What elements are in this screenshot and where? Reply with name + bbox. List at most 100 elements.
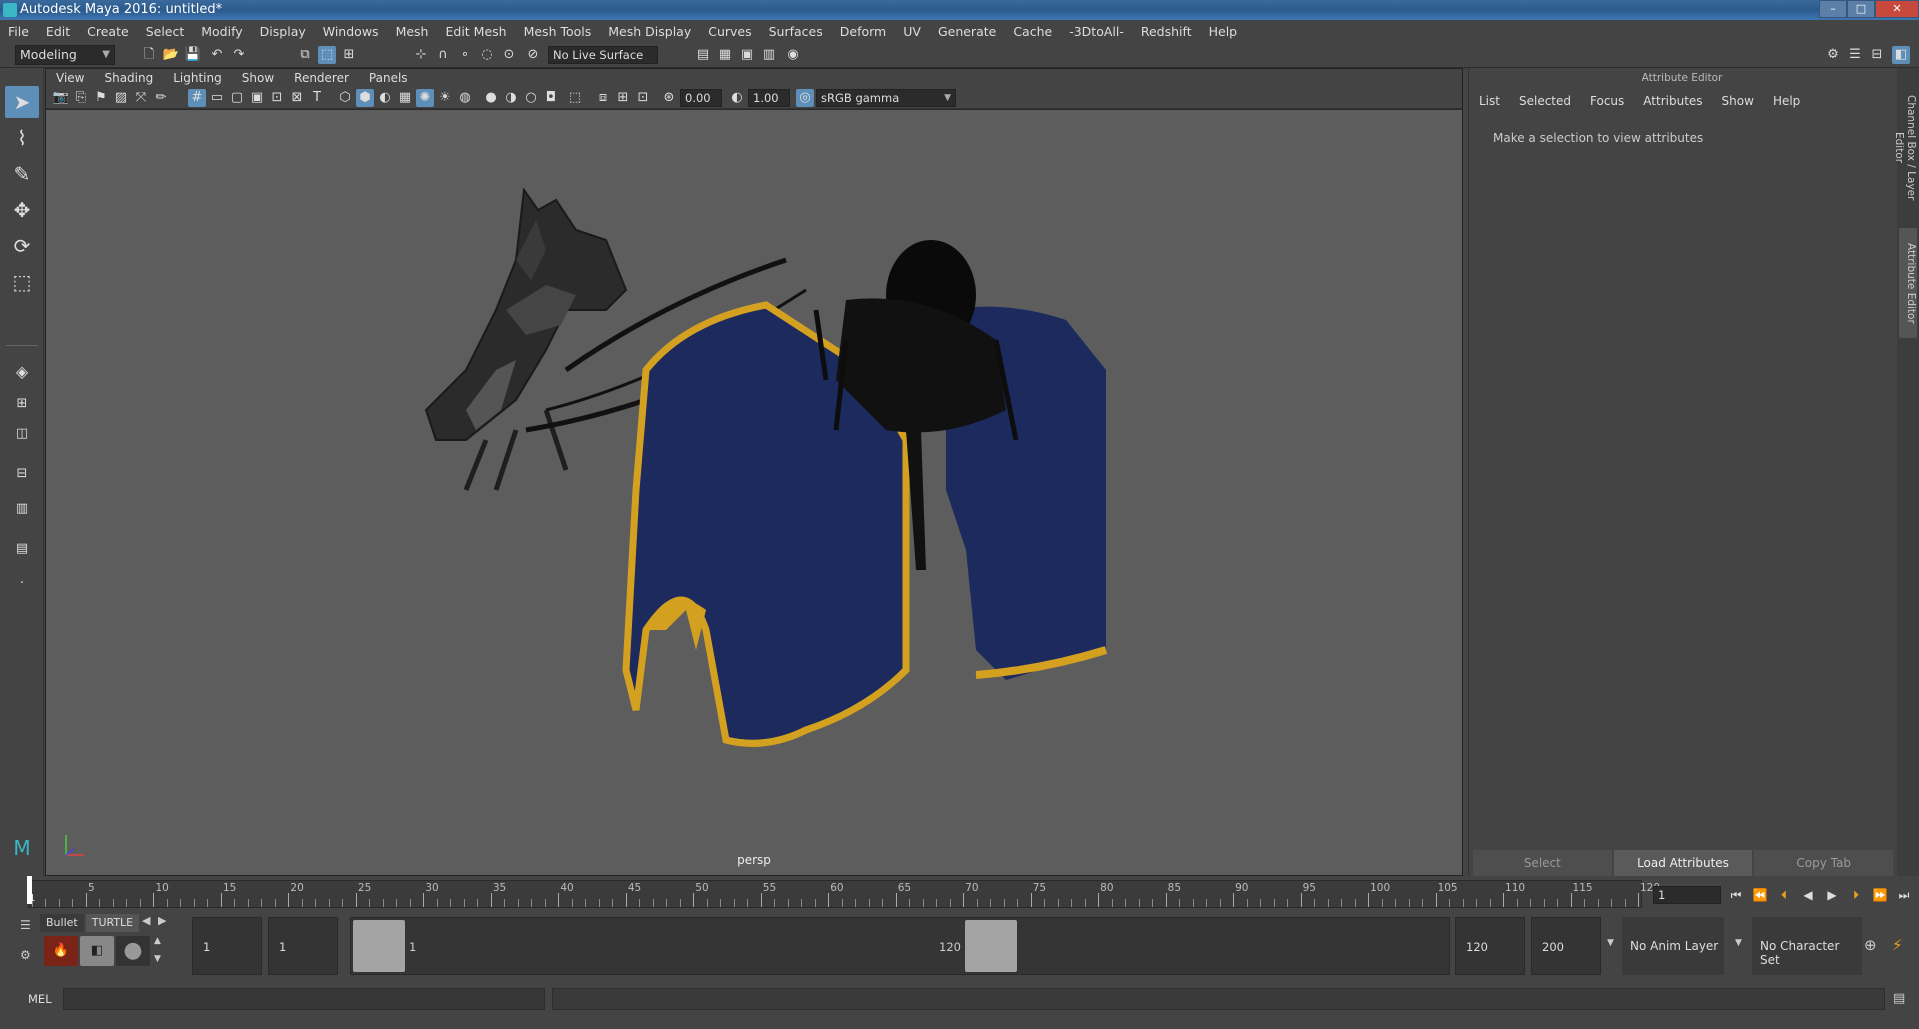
- exposure-icon[interactable]: ⊛: [660, 89, 678, 107]
- go-to-start-icon[interactable]: ⏮: [1727, 886, 1745, 904]
- menu-help[interactable]: Help: [1209, 24, 1238, 39]
- hypershade-layout-icon[interactable]: ▥: [5, 498, 39, 520]
- load-attributes-button[interactable]: Load Attributes: [1613, 850, 1753, 876]
- field-chart-icon[interactable]: ⊡: [268, 89, 286, 107]
- end-time-field[interactable]: 200: [1531, 917, 1601, 975]
- view-transform-dropdown[interactable]: sRGB gamma ▼: [816, 89, 956, 107]
- ambient-occlusion-icon[interactable]: ◍: [456, 89, 474, 107]
- menu-display[interactable]: Display: [260, 24, 306, 39]
- shelf-tab-turtle[interactable]: TURTLE: [85, 914, 140, 932]
- snap-point-icon[interactable]: ∘: [456, 46, 474, 64]
- character-set-dropdown[interactable]: No Character Set: [1752, 917, 1862, 975]
- multisample-aa-icon[interactable]: ◑: [502, 89, 520, 107]
- ipr-render-icon[interactable]: ▣: [738, 46, 756, 64]
- playback-start-field[interactable]: 1: [268, 917, 338, 975]
- ae-menu-list[interactable]: List: [1479, 94, 1500, 108]
- step-back-frame-icon[interactable]: ⏪: [1751, 886, 1769, 904]
- camera-select-icon[interactable]: 📷: [52, 89, 70, 107]
- two-d-pan-zoom-icon[interactable]: ⤧: [132, 89, 150, 107]
- shelf-scroll-up-icon[interactable]: ▲: [154, 936, 161, 946]
- isolate-select-icon[interactable]: ◘: [542, 89, 560, 107]
- menu-select[interactable]: Select: [146, 24, 185, 39]
- menu-3dtoall[interactable]: -3DtoAll-: [1069, 24, 1124, 39]
- wireframe-icon[interactable]: ⬡: [336, 89, 354, 107]
- menu-modify[interactable]: Modify: [201, 24, 242, 39]
- paint-select-tool-icon[interactable]: ✎: [5, 158, 39, 190]
- menu-generate[interactable]: Generate: [938, 24, 996, 39]
- go-to-end-icon[interactable]: ⏭: [1895, 886, 1913, 904]
- range-start-handle[interactable]: [353, 920, 405, 972]
- play-forwards-icon[interactable]: ▶: [1823, 886, 1841, 904]
- depth-of-field-icon[interactable]: ○: [522, 89, 540, 107]
- xray-joints-icon[interactable]: ⧈: [594, 89, 612, 107]
- menu-edit-mesh[interactable]: Edit Mesh: [445, 24, 506, 39]
- time-slider-track[interactable]: 5 10 15 20 25 30 35 40 45 50 55 60 65 70 75 80 85 90 95 100…: [28, 880, 1660, 908]
- vp-menu-shading[interactable]: Shading: [104, 71, 153, 85]
- vp-menu-show[interactable]: Show: [242, 71, 274, 85]
- anim-layer-dropdown[interactable]: No Anim Layer: [1622, 917, 1724, 975]
- vp-menu-lighting[interactable]: Lighting: [173, 71, 222, 85]
- command-input[interactable]: [63, 988, 545, 1010]
- snap-together-icon[interactable]: ⊘: [524, 46, 542, 64]
- tab-channel-box[interactable]: Channel Box / Layer Editor: [1893, 80, 1917, 215]
- hypershade-icon[interactable]: ◉: [784, 46, 802, 64]
- undo-icon[interactable]: ↶: [208, 46, 226, 64]
- select-button[interactable]: Select: [1473, 850, 1612, 876]
- select-tool-icon[interactable]: ➤: [5, 86, 39, 118]
- select-by-object-icon[interactable]: ⬚: [318, 46, 336, 64]
- use-all-lights-icon[interactable]: ✺: [416, 89, 434, 107]
- menu-deform[interactable]: Deform: [840, 24, 886, 39]
- script-language-toggle[interactable]: MEL: [28, 992, 52, 1006]
- rotate-tool-icon[interactable]: ⟳: [5, 230, 39, 262]
- resolution-gate-icon[interactable]: ▢: [228, 89, 246, 107]
- camera-attributes-icon[interactable]: ⎘: [72, 89, 90, 107]
- ae-menu-focus[interactable]: Focus: [1590, 94, 1624, 108]
- ae-menu-show[interactable]: Show: [1722, 94, 1754, 108]
- settings-gear-icon[interactable]: ⚙: [20, 948, 31, 962]
- script-editor-icon[interactable]: ▤: [1893, 991, 1905, 1006]
- menu-lines-icon[interactable]: ☰: [20, 918, 31, 932]
- fire-shelf-icon[interactable]: 🔥: [44, 936, 78, 966]
- gamma-field[interactable]: 1.00: [748, 89, 790, 107]
- menu-mesh[interactable]: Mesh: [396, 24, 429, 39]
- modeling-toolkit-icon[interactable]: ⚙: [1824, 46, 1842, 64]
- image-plane-icon[interactable]: ▨: [112, 89, 130, 107]
- maximize-button[interactable]: □: [1847, 0, 1875, 18]
- playback-end-field[interactable]: 120: [1455, 917, 1525, 975]
- minimize-button[interactable]: –: [1819, 0, 1847, 18]
- menu-create[interactable]: Create: [87, 24, 129, 39]
- collapse-toolbox-icon[interactable]: ·: [5, 573, 39, 595]
- animation-prefs-icon[interactable]: ⚡: [1892, 936, 1903, 954]
- vp-menu-renderer[interactable]: Renderer: [294, 71, 349, 85]
- persp-graph-layout-icon[interactable]: ⊟: [5, 463, 39, 485]
- motion-blur-icon[interactable]: ●: [482, 89, 500, 107]
- persp-uv-layout-icon[interactable]: ▤: [5, 538, 39, 560]
- menu-curves[interactable]: Curves: [708, 24, 751, 39]
- single-perspective-layout-icon[interactable]: ◈: [5, 358, 39, 386]
- gamma-icon[interactable]: ◐: [728, 89, 746, 107]
- select-by-component-icon[interactable]: ⊞: [340, 46, 358, 64]
- select-by-hierarchy-icon[interactable]: ⧉: [296, 46, 314, 64]
- render-settings-icon[interactable]: ▤: [694, 46, 712, 64]
- save-scene-icon[interactable]: 💾: [184, 46, 202, 64]
- snap-view-plane-icon[interactable]: ◌: [478, 46, 496, 64]
- menu-file[interactable]: File: [8, 24, 29, 39]
- film-gate-icon[interactable]: ▭: [208, 89, 226, 107]
- open-scene-icon[interactable]: 📂: [162, 46, 180, 64]
- menu-surfaces[interactable]: Surfaces: [769, 24, 823, 39]
- ae-menu-selected[interactable]: Selected: [1519, 94, 1571, 108]
- exposure-field[interactable]: 0.00: [680, 89, 722, 107]
- safe-title-icon[interactable]: T: [308, 89, 326, 107]
- menu-uv[interactable]: UV: [903, 24, 921, 39]
- range-end-handle[interactable]: [965, 920, 1017, 972]
- shelf-scroll-down-icon[interactable]: ▼: [154, 954, 161, 964]
- menu-windows[interactable]: Windows: [323, 24, 379, 39]
- menu-mesh-display[interactable]: Mesh Display: [608, 24, 691, 39]
- persp-outliner-layout-icon[interactable]: ◫: [5, 423, 39, 445]
- wireframe-on-shaded-icon[interactable]: ◐: [376, 89, 394, 107]
- live-surface-field[interactable]: No Live Surface: [548, 46, 658, 64]
- sphere-shelf-icon[interactable]: ●: [116, 936, 150, 966]
- lasso-tool-icon[interactable]: ⌇: [5, 122, 39, 154]
- close-button[interactable]: ✕: [1875, 0, 1919, 18]
- four-view-layout-icon[interactable]: ⊞: [5, 393, 39, 415]
